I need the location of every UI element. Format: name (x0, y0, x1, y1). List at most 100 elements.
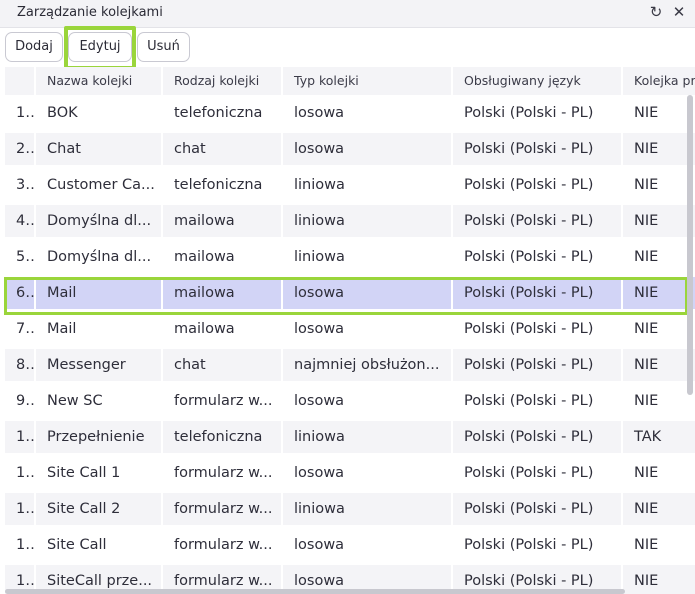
queue-kind-cell: mailowa (163, 313, 281, 345)
queue-name-cell: Messenger (36, 349, 161, 381)
queue-type-cell: losowa (283, 457, 451, 489)
row-number-cell: 1... (5, 97, 34, 129)
queue-type-cell: liniowa (283, 421, 451, 453)
row-number-cell: 1... (5, 457, 34, 489)
queue-name-cell: Customer Ca... (36, 169, 161, 201)
queue-name-cell: Site Call 1 (36, 457, 161, 489)
row-number-cell: 4... (5, 205, 34, 237)
table-row[interactable]: 1...Site Callformularz w...losowaPolski … (5, 529, 695, 565)
refresh-icon[interactable]: ↻ (647, 3, 665, 21)
queue-type-cell: liniowa (283, 493, 451, 525)
column-header[interactable]: Typ kolejki (283, 67, 451, 95)
row-number-cell: 3... (5, 169, 34, 201)
row-number-cell: 1... (5, 421, 34, 453)
edit-button-highlight (64, 26, 136, 70)
priority-queue-cell: NIE (623, 169, 695, 201)
table-row[interactable]: 8...Messengerchatnajmniej obsłużon...Pol… (5, 349, 695, 385)
queue-type-cell: losowa (283, 133, 451, 165)
queue-name-cell: Mail (36, 313, 161, 345)
row-number-cell: 1... (5, 493, 34, 525)
priority-queue-cell: NIE (623, 493, 695, 525)
queue-name-cell: Przepełnienie (36, 421, 161, 453)
row-number-cell: 5... (5, 241, 34, 273)
queue-kind-cell: formularz w... (163, 529, 281, 561)
column-header[interactable]: Nazwa kolejki (36, 67, 161, 95)
queue-type-cell: losowa (283, 97, 451, 129)
add-button[interactable]: Dodaj (5, 32, 63, 62)
queue-name-cell: New SC (36, 385, 161, 417)
delete-button[interactable]: Usuń (137, 32, 190, 62)
language-cell: Polski (Polski - PL) (453, 97, 621, 129)
priority-queue-cell: NIE (623, 241, 695, 273)
vertical-scrollbar[interactable] (687, 95, 693, 395)
column-header[interactable]: Kolejka pr (623, 67, 695, 95)
priority-queue-cell: NIE (623, 529, 695, 561)
column-header[interactable]: Rodzaj kolejki (163, 67, 281, 95)
language-cell: Polski (Polski - PL) (453, 241, 621, 273)
column-header[interactable] (5, 67, 34, 95)
queue-name-cell: Site Call (36, 529, 161, 561)
table-row[interactable]: 9...New SCformularz w...losowaPolski (Po… (5, 385, 695, 421)
priority-queue-cell: NIE (623, 565, 695, 594)
queue-name-cell: Chat (36, 133, 161, 165)
priority-queue-cell: NIE (623, 457, 695, 489)
priority-queue-cell: NIE (623, 349, 695, 381)
priority-queue-cell: NIE (623, 133, 695, 165)
queue-type-cell: losowa (283, 313, 451, 345)
close-icon[interactable]: ✕ (670, 3, 688, 21)
queue-name-cell: Site Call 2 (36, 493, 161, 525)
priority-queue-cell: NIE (623, 97, 695, 129)
language-cell: Polski (Polski - PL) (453, 529, 621, 561)
row-number-cell: 1... (5, 529, 34, 561)
table-row[interactable]: 1...Site Call 1formularz w...losowaPolsk… (5, 457, 695, 493)
table-row[interactable]: 1...BOKtelefonicznalosowaPolski (Polski … (5, 97, 695, 133)
language-cell: Polski (Polski - PL) (453, 169, 621, 201)
table-row[interactable]: 7...MailmailowalosowaPolski (Polski - PL… (5, 313, 695, 349)
queue-kind-cell: chat (163, 349, 281, 381)
queue-kind-cell: formularz w... (163, 493, 281, 525)
row-number-cell: 9... (5, 385, 34, 417)
queue-kind-cell: telefoniczna (163, 169, 281, 201)
queue-kind-cell: telefoniczna (163, 421, 281, 453)
language-cell: Polski (Polski - PL) (453, 493, 621, 525)
row-number-cell: 8... (5, 349, 34, 381)
horizontal-scrollbar[interactable] (5, 589, 625, 594)
language-cell: Polski (Polski - PL) (453, 133, 621, 165)
language-cell: Polski (Polski - PL) (453, 205, 621, 237)
column-header[interactable]: Obsługiwany język (453, 67, 621, 95)
table-row[interactable]: 3...Customer Ca...telefonicznaliniowaPol… (5, 169, 695, 205)
queue-type-cell: losowa (283, 385, 451, 417)
queues-table: Nazwa kolejki Rodzaj kolejki Typ kolejki Ob… (5, 67, 695, 594)
table-row[interactable]: 1...Site Call 2formularz w...liniowaPols… (5, 493, 695, 529)
priority-queue-cell: NIE (623, 205, 695, 237)
table-row[interactable]: 1...PrzepełnienietelefonicznaliniowaPols… (5, 421, 695, 457)
queue-type-cell: liniowa (283, 241, 451, 273)
priority-queue-cell: NIE (623, 385, 695, 417)
language-cell: Polski (Polski - PL) (453, 421, 621, 453)
language-cell: Polski (Polski - PL) (453, 385, 621, 417)
queue-type-cell: losowa (283, 529, 451, 561)
queue-kind-cell: telefoniczna (163, 97, 281, 129)
language-cell: Polski (Polski - PL) (453, 349, 621, 381)
queue-kind-cell: chat (163, 133, 281, 165)
table-row[interactable]: 5...Domyślna dl...mailowaliniowaPolski (… (5, 241, 695, 277)
queue-name-cell: Domyślna dl... (36, 205, 161, 237)
language-cell: Polski (Polski - PL) (453, 313, 621, 345)
queue-kind-cell: formularz w... (163, 457, 281, 489)
queue-kind-cell: mailowa (163, 241, 281, 273)
priority-queue-cell: TAK (623, 421, 695, 453)
selected-row-highlight (4, 277, 688, 315)
queue-kind-cell: mailowa (163, 205, 281, 237)
queue-type-cell: liniowa (283, 205, 451, 237)
queue-type-cell: najmniej obsłużon... (283, 349, 451, 381)
row-number-cell: 7... (5, 313, 34, 345)
language-cell: Polski (Polski - PL) (453, 457, 621, 489)
queue-name-cell: Domyślna dl... (36, 241, 161, 273)
window-titlebar: Zarządzanie kolejkami ↻ ✕ (0, 0, 695, 28)
table-row[interactable]: 4...Domyślna dl...mailowaliniowaPolski (… (5, 205, 695, 241)
table-row[interactable]: 2...ChatchatlosowaPolski (Polski - PL)NI… (5, 133, 695, 169)
queue-kind-cell: formularz w... (163, 385, 281, 417)
row-number-cell: 2... (5, 133, 34, 165)
priority-queue-cell: NIE (623, 313, 695, 345)
queue-type-cell: liniowa (283, 169, 451, 201)
